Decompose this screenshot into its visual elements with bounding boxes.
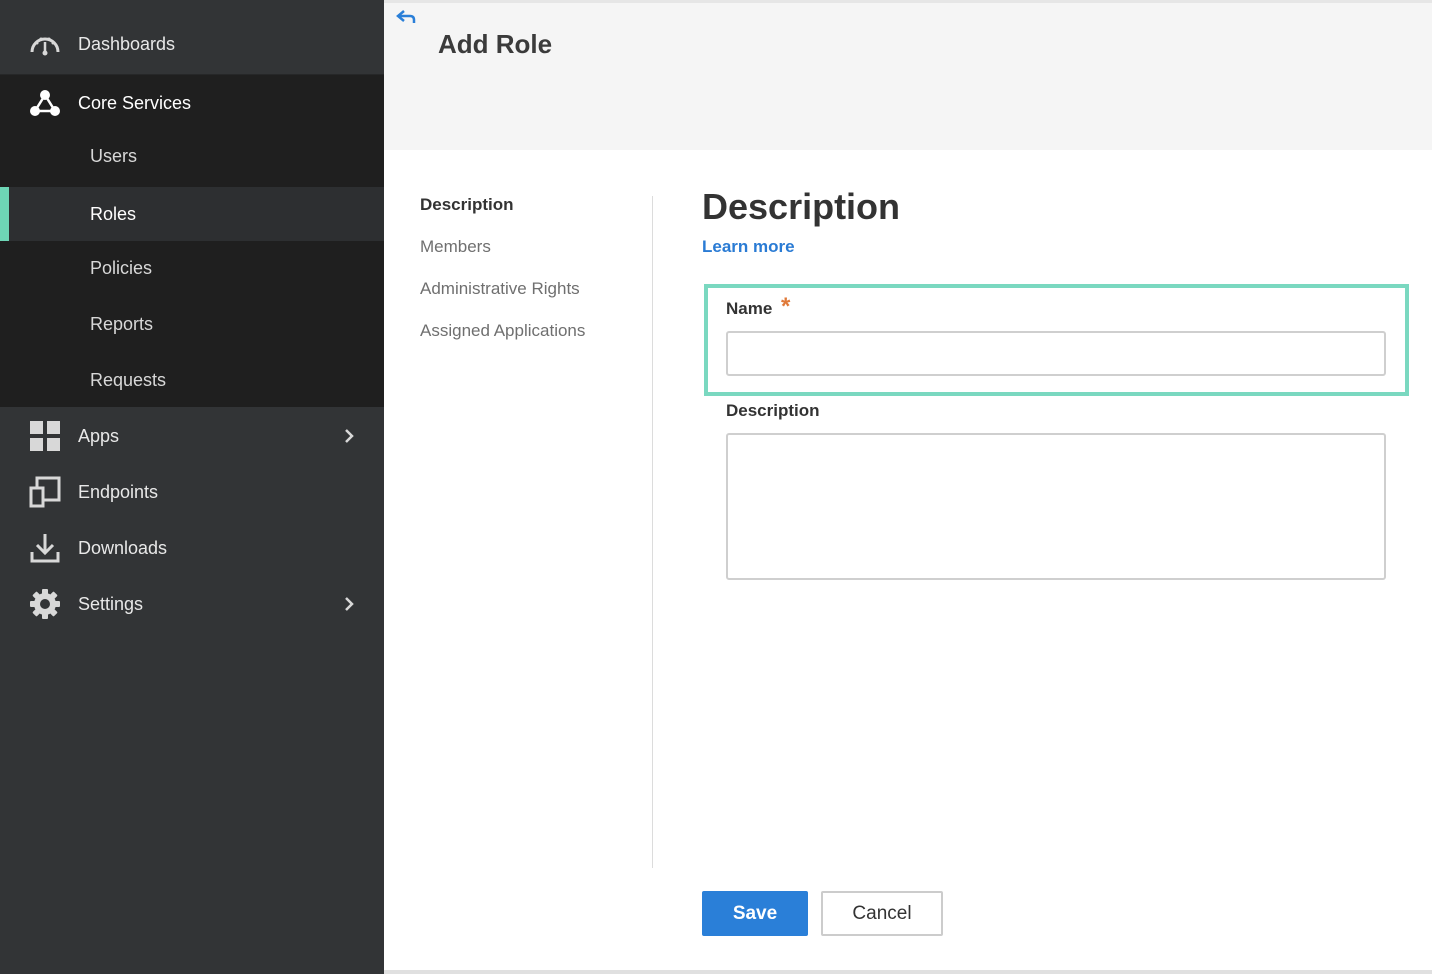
sidebar-item-reports-label: Reports [90,313,154,334]
sidebar-item-roles-label: Roles [90,203,137,224]
nav-core-services[interactable]: Core Services [0,75,384,131]
nav-endpoints-label: Endpoints [78,481,159,502]
bottom-border [384,970,1432,974]
devices-icon [28,475,62,509]
nav-dashboards[interactable]: Dashboards [0,16,384,72]
nav-dashboards-label: Dashboards [78,33,176,54]
description-label: Description [726,401,820,420]
gear-icon [28,587,62,621]
page-header: Add Role [384,0,1432,150]
sidebar-item-requests[interactable]: Requests [0,353,384,407]
sidebar: Dashboards Core Services Users Roles Pol… [0,0,384,974]
section-link-description[interactable]: Description [420,194,585,236]
sidebar-item-reports[interactable]: Reports [0,297,384,351]
nav-apps-label: Apps [78,425,120,446]
cancel-button[interactable]: Cancel [821,891,943,936]
grid-icon [28,419,62,453]
back-arrow-icon[interactable] [396,9,416,25]
save-button[interactable]: Save [702,891,808,936]
sidebar-item-policies[interactable]: Policies [0,241,384,295]
sidebar-item-users[interactable]: Users [0,129,384,183]
speedometer-icon [28,27,62,61]
sidebar-item-requests-label: Requests [90,369,167,390]
nav-downloads[interactable]: Downloads [0,520,384,576]
nav-downloads-label: Downloads [78,537,168,558]
sidebar-item-roles[interactable]: Roles [0,187,384,241]
section-link-administrative-rights[interactable]: Administrative Rights [420,278,585,320]
nav-apps[interactable]: Apps [0,408,384,464]
page-title: Add Role [438,29,553,59]
name-input[interactable] [726,331,1386,376]
download-icon [28,531,62,565]
nav-core-services-label: Core Services [78,92,192,113]
network-icon [28,86,62,120]
section-link-assigned-applications[interactable]: Assigned Applications [420,320,585,362]
required-marker: * [781,293,791,320]
name-label: Name [726,299,773,318]
sidebar-item-policies-label: Policies [90,257,153,278]
chevron-right-icon [342,426,356,446]
section-divider [652,196,653,868]
section-link-members[interactable]: Members [420,236,585,278]
learn-more-link[interactable]: Learn more [702,237,795,257]
nav-endpoints[interactable]: Endpoints [0,464,384,520]
main-content: Description Members Administrative Right… [384,150,1432,974]
nav-settings[interactable]: Settings [0,576,384,632]
sidebar-item-users-label: Users [90,145,138,166]
nav-settings-label: Settings [78,593,144,614]
section-nav: Description Members Administrative Right… [420,194,585,362]
form-title: Description [702,186,901,227]
chevron-right-icon [342,594,356,614]
description-textarea[interactable] [726,433,1386,580]
